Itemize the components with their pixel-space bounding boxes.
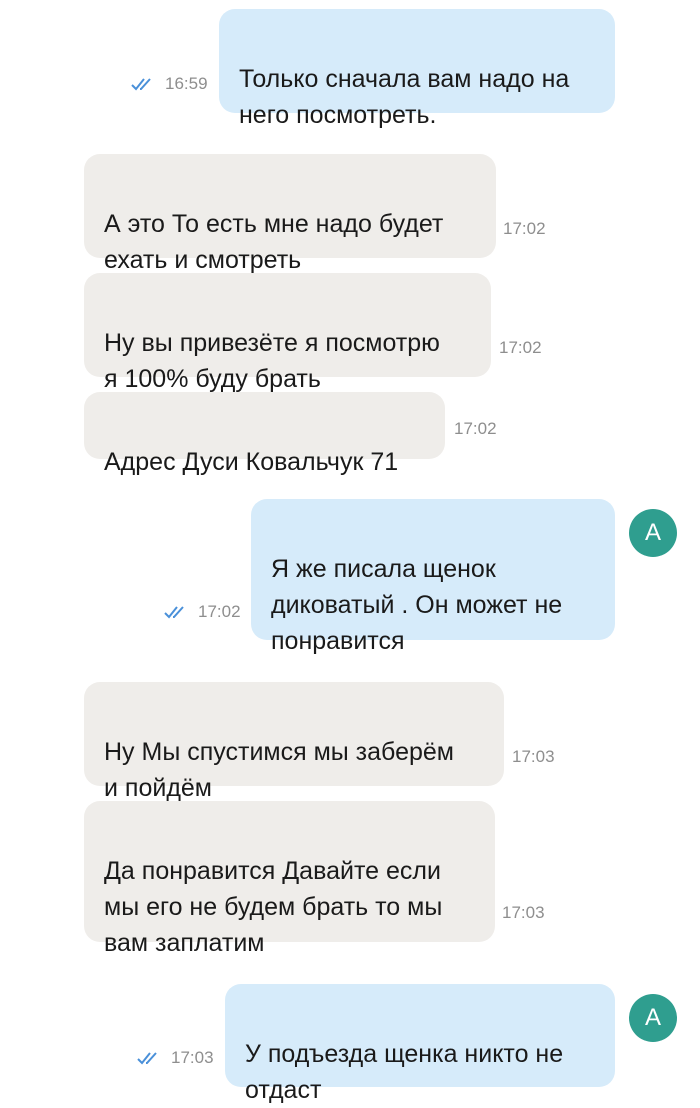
message-time: 17:03 [512,747,555,766]
message-time: 17:03 [502,903,545,922]
message-time: 17:02 [499,338,542,357]
message-bubble[interactable]: Я же писала щенок диковатый . Он может н… [251,499,615,655]
message-meta: 17:02 [164,602,241,622]
double-check-icon [137,1052,157,1065]
message-bubble[interactable]: Только сначала вам надо на него посмотре… [219,9,615,129]
message-text: Ну вы привезёте я посмотрю я 100% буду б… [104,329,440,393]
message-bubble[interactable]: Ну вы привезёте я посмотрю я 100% буду б… [84,273,491,393]
message-time: 17:02 [503,219,546,238]
double-check-icon [131,78,151,91]
chat-thread: 16:59 Только сначала вам надо на него по… [0,0,700,1104]
message-text: Только сначала вам надо на него посмотре… [239,65,570,129]
message-meta: 16:59 [131,74,208,94]
message-text: Да понравится Давайте если мы его не буд… [104,857,443,957]
message-text: Адрес Дуси Ковальчук 71 [104,448,399,476]
avatar[interactable]: A [629,994,677,1042]
message-text: У подъезда щенка никто не отдаст [245,1040,564,1104]
message-time: 16:59 [165,74,208,93]
message-text: А это То есть мне надо будет ехать и смо… [104,210,444,274]
message-text: Ну Мы спустимся мы заберём и пойдём [104,738,454,802]
message-bubble[interactable]: Адрес Дуси Ковальчук 71 [84,392,445,476]
message-bubble[interactable]: А это То есть мне надо будет ехать и смо… [84,154,496,274]
message-time: 17:03 [171,1048,214,1067]
message-bubble[interactable]: Ну Мы спустимся мы заберём и пойдём [84,682,504,802]
double-check-icon [164,606,184,619]
message-meta: 17:03 [137,1048,214,1068]
message-bubble[interactable]: Да понравится Давайте если мы его не буд… [84,801,495,957]
message-time: 17:02 [454,419,497,438]
avatar[interactable]: A [629,509,677,557]
message-time: 17:02 [198,602,241,621]
message-text: Я же писала щенок диковатый . Он может н… [271,555,563,655]
message-bubble[interactable]: У подъезда щенка никто не отдаст [225,984,615,1104]
